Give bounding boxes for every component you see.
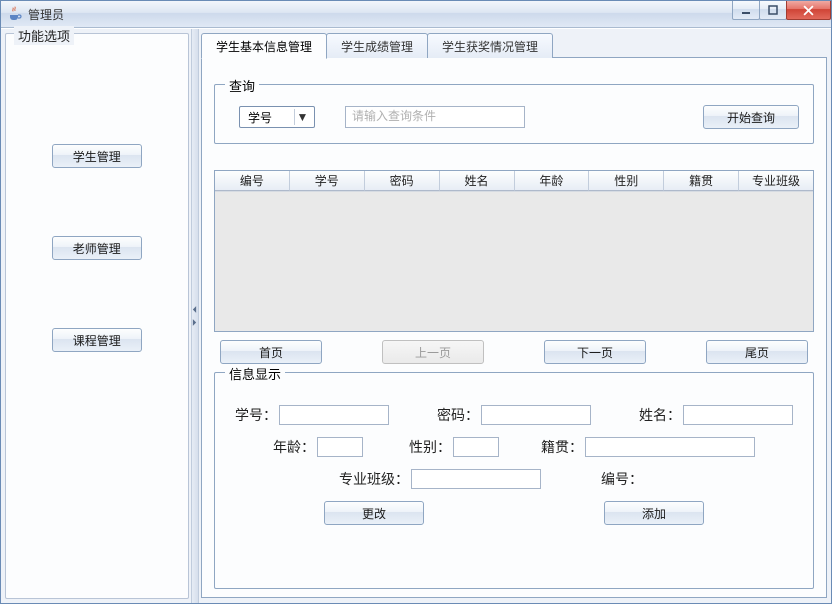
col-class[interactable]: 专业班级	[739, 171, 813, 191]
titlebar[interactable]: 管理员	[1, 1, 831, 28]
window-controls	[733, 1, 831, 21]
query-group: 查询 学号 ▼ 请输入查询条件 开始查询	[214, 84, 814, 144]
col-sex[interactable]: 性别	[589, 171, 664, 191]
label-age: 年龄：	[273, 437, 315, 457]
app-window: 管理员 功能选项 学生管理 老师管理 课程管理	[0, 0, 832, 604]
col-name[interactable]: 姓名	[440, 171, 515, 191]
input-origin[interactable]	[585, 437, 755, 457]
input-class[interactable]	[411, 469, 541, 489]
label-sex: 性别：	[409, 437, 451, 457]
query-legend: 查询	[225, 76, 259, 95]
combo-value: 学号	[248, 109, 272, 126]
minimize-button[interactable]	[732, 1, 760, 20]
split-handle[interactable]	[191, 29, 199, 603]
col-id[interactable]: 编号	[215, 171, 290, 191]
search-button[interactable]: 开始查询	[703, 105, 799, 129]
tab-panel-basic-info: 查询 学号 ▼ 请输入查询条件 开始查询 编号 学号	[201, 57, 827, 598]
close-button[interactable]	[786, 1, 831, 20]
input-sex[interactable]	[453, 437, 499, 457]
client-area: 功能选项 学生管理 老师管理 课程管理 学生基本信息管理 学生成绩管理 学生获奖…	[1, 28, 831, 603]
sidebar-legend: 功能选项	[14, 26, 74, 45]
sidebar-group: 功能选项 学生管理 老师管理 课程管理	[5, 33, 189, 599]
input-pwd[interactable]	[481, 405, 591, 425]
input-name[interactable]	[683, 405, 793, 425]
pager: 首页 上一页 下一页 尾页	[214, 332, 814, 368]
update-button[interactable]: 更改	[324, 501, 424, 525]
tab-awards[interactable]: 学生获奖情况管理	[427, 33, 553, 58]
tab-score[interactable]: 学生成绩管理	[326, 33, 428, 58]
table-body[interactable]	[215, 191, 813, 331]
window-title: 管理员	[28, 6, 64, 23]
input-age[interactable]	[317, 437, 363, 457]
student-manage-button[interactable]: 学生管理	[52, 144, 142, 168]
col-pwd[interactable]: 密码	[365, 171, 440, 191]
chevron-left-icon	[192, 306, 197, 313]
main-panel: 学生基本信息管理 学生成绩管理 学生获奖情况管理 查询 学号 ▼ 请输入查询条件…	[199, 29, 831, 603]
col-origin[interactable]: 籍贯	[664, 171, 739, 191]
detail-legend: 信息显示	[225, 364, 285, 383]
chevron-right-icon	[192, 319, 197, 326]
tab-strip: 学生基本信息管理 学生成绩管理 学生获奖情况管理	[201, 33, 827, 58]
sidebar: 功能选项 学生管理 老师管理 课程管理	[1, 29, 191, 603]
first-page-button[interactable]: 首页	[220, 340, 322, 364]
teacher-manage-button[interactable]: 老师管理	[52, 236, 142, 260]
col-age[interactable]: 年龄	[515, 171, 590, 191]
label-class: 专业班级：	[339, 469, 409, 489]
label-name: 姓名：	[639, 405, 681, 425]
detail-group: 信息显示 学号： 密码： 姓名：	[214, 372, 814, 589]
prev-page-button[interactable]: 上一页	[382, 340, 484, 364]
last-page-button[interactable]: 尾页	[706, 340, 808, 364]
input-sno[interactable]	[279, 405, 389, 425]
col-sno[interactable]: 学号	[290, 171, 365, 191]
chevron-down-icon: ▼	[294, 109, 310, 125]
label-origin: 籍贯：	[541, 437, 583, 457]
course-manage-button[interactable]: 课程管理	[52, 328, 142, 352]
query-field-combo[interactable]: 学号 ▼	[239, 106, 315, 128]
label-sno: 学号：	[235, 405, 277, 425]
next-page-button[interactable]: 下一页	[544, 340, 646, 364]
query-input[interactable]: 请输入查询条件	[345, 106, 525, 128]
table-header: 编号 学号 密码 姓名 年龄 性别 籍贯 专业班级	[215, 171, 813, 191]
tab-basic-info[interactable]: 学生基本信息管理	[201, 33, 327, 59]
add-button[interactable]: 添加	[604, 501, 704, 525]
label-pwd: 密码：	[437, 405, 479, 425]
java-cup-icon	[7, 6, 23, 22]
results-table[interactable]: 编号 学号 密码 姓名 年龄 性别 籍贯 专业班级	[214, 170, 814, 332]
label-id: 编号：	[601, 469, 643, 489]
maximize-button[interactable]	[759, 1, 787, 20]
